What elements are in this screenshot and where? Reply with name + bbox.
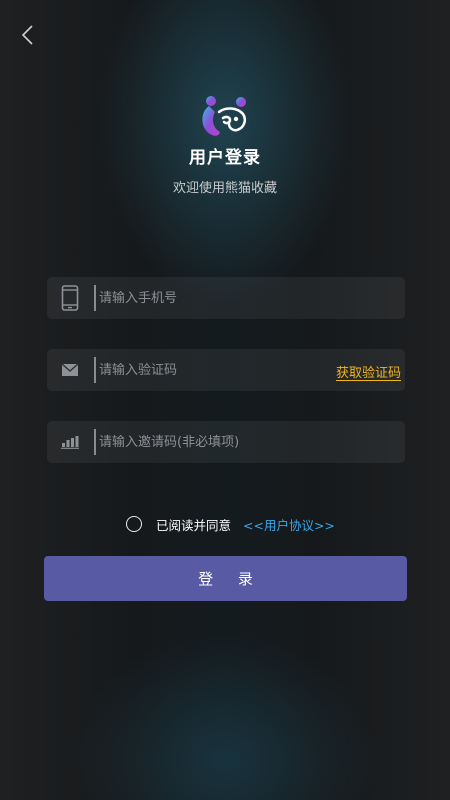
agreement-text: 已阅读并同意 [156,517,232,533]
verification-code-input[interactable] [99,349,329,391]
user-agreement-link[interactable]: <<用户协议>> [243,515,335,534]
envelope-icon [47,349,93,391]
phone-icon [47,277,93,319]
get-code-link[interactable]: 获取验证码 [336,362,401,381]
page-subtitle: 欢迎使用熊猫收藏 [172,181,277,196]
login-button[interactable]: 登 录 [44,556,407,601]
back-button[interactable] [14,20,44,50]
field-divider [94,285,96,311]
agree-checkbox[interactable] [126,516,142,532]
field-divider [94,357,96,383]
app-logo [197,92,253,140]
field-divider [94,429,96,455]
invite-code-field[interactable] [47,421,405,463]
phone-input[interactable] [99,277,329,319]
chevron-left-icon [21,25,33,45]
page-title: 用户登录 [189,148,261,168]
agreement-row: 已阅读并同意 <<用户协议>> [126,514,335,534]
panda-logo-icon [202,96,246,136]
verification-code-field[interactable]: 获取验证码 [47,349,405,391]
invite-code-input[interactable] [99,421,329,463]
phone-field[interactable] [47,277,405,319]
signal-bars-icon [47,421,93,463]
